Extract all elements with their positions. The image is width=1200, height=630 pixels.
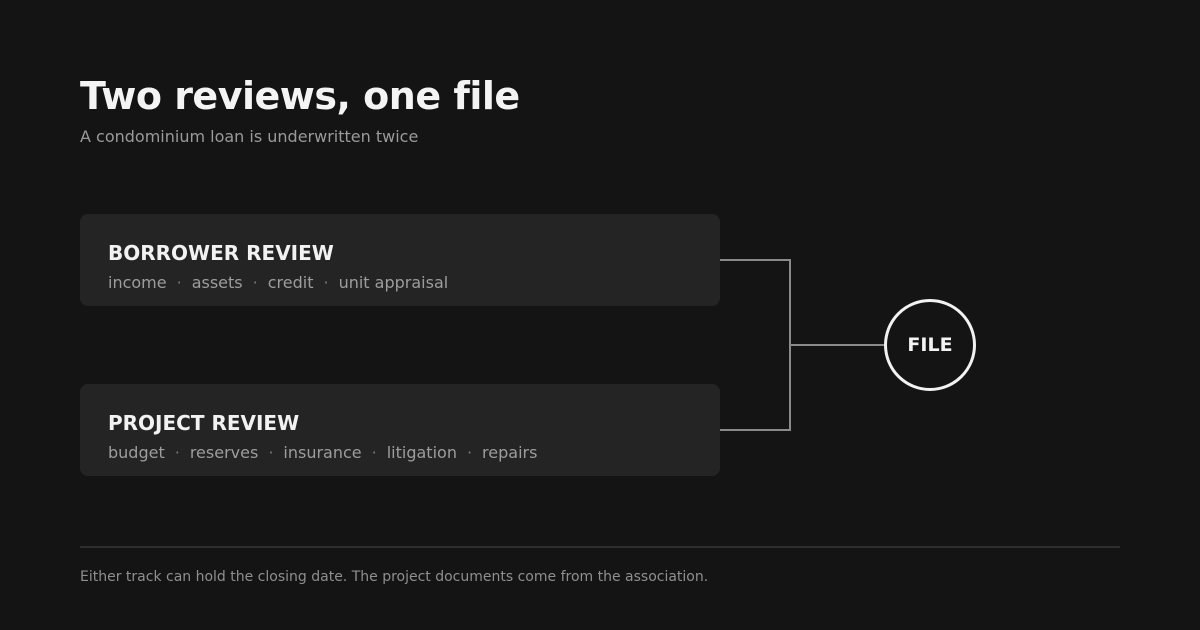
footer-note: Either track can hold the closing date. … — [80, 569, 709, 585]
file-node-label: FILE — [907, 334, 953, 356]
merge-connector — [720, 259, 884, 431]
footer-divider — [80, 546, 1120, 548]
file-node: FILE — [884, 299, 976, 391]
